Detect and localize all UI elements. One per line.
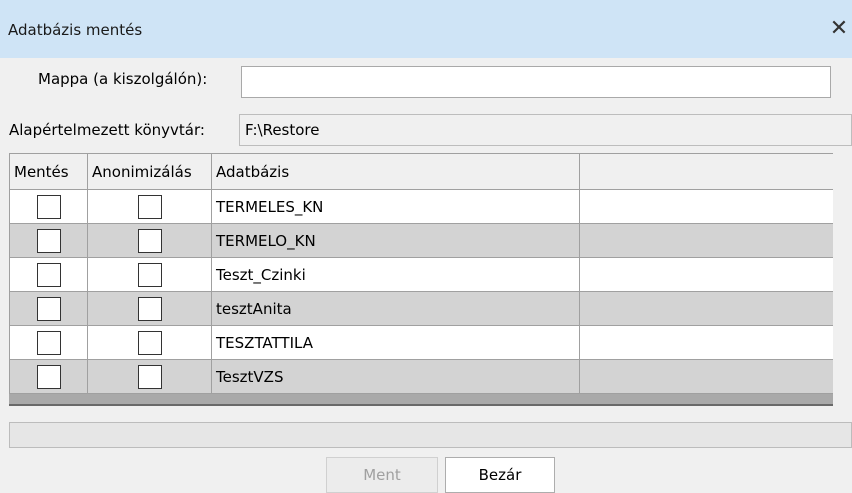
backup-checkbox[interactable] [36,262,61,287]
database-table: Mentés Anonimizálás Adatbázis TERMELES_K… [9,153,833,394]
anonymize-cell [87,291,212,326]
progress-bar [9,422,852,448]
default-dir-field: F:\Restore [239,114,852,146]
backup-checkbox[interactable] [36,228,61,253]
backup-cell [9,257,88,292]
table-row[interactable]: TESZTATTILA [9,325,833,360]
database-name-cell: TERMELES_KN [211,189,580,224]
database-name-cell: TesztVZS [211,359,580,394]
backup-cell [9,291,88,326]
folder-input[interactable] [241,66,831,98]
title-bar: Adatbázis mentés ✕ [0,0,852,58]
database-name-cell: tesztAnita [211,291,580,326]
extra-cell [579,257,833,292]
extra-cell [579,325,833,360]
column-header-anonymize[interactable]: Anonimizálás [87,153,212,190]
anonymize-cell [87,223,212,258]
database-grid: Mentés Anonimizálás Adatbázis TERMELES_K… [9,153,833,404]
anonymize-checkbox[interactable] [137,364,162,389]
table-body: TERMELES_KN TERMELO_KN Teszt_Czinki tesztAn… [9,189,833,394]
anonymize-checkbox[interactable] [137,262,162,287]
backup-cell [9,223,88,258]
backup-checkbox[interactable] [36,194,61,219]
anonymize-checkbox[interactable] [137,228,162,253]
anonymize-checkbox[interactable] [137,194,162,219]
table-row[interactable]: TERMELES_KN [9,189,833,224]
backup-checkbox[interactable] [36,330,61,355]
close-button[interactable]: Bezár [445,457,555,493]
save-button[interactable]: Ment [326,457,438,493]
column-header-extra [579,153,833,190]
anonymize-cell [87,325,212,360]
column-header-backup[interactable]: Mentés [9,153,88,190]
table-row[interactable]: TesztVZS [9,359,833,394]
extra-cell [579,223,833,258]
backup-checkbox[interactable] [36,296,61,321]
anonymize-checkbox[interactable] [137,296,162,321]
grid-bottom-divider [9,404,833,406]
backup-cell [9,189,88,224]
database-name-cell: TESZTATTILA [211,325,580,360]
anonymize-cell [87,359,212,394]
backup-cell [9,359,88,394]
anonymize-cell [87,189,212,224]
anonymize-checkbox[interactable] [137,330,162,355]
table-row[interactable]: TERMELO_KN [9,223,833,258]
table-row[interactable]: tesztAnita [9,291,833,326]
extra-cell [579,359,833,394]
folder-label: Mappa (a kiszolgálón): [38,70,208,88]
column-header-database[interactable]: Adatbázis [211,153,580,190]
default-dir-label: Alapértelmezett könyvtár: [9,121,205,139]
extra-cell [579,189,833,224]
table-row[interactable]: Teszt_Czinki [9,257,833,292]
backup-checkbox[interactable] [36,364,61,389]
window-title: Adatbázis mentés [8,21,143,39]
database-name-cell: TERMELO_KN [211,223,580,258]
table-header-row: Mentés Anonimizálás Adatbázis [9,153,833,190]
anonymize-cell [87,257,212,292]
extra-cell [579,291,833,326]
backup-cell [9,325,88,360]
close-icon[interactable]: ✕ [828,17,850,41]
database-name-cell: Teszt_Czinki [211,257,580,292]
